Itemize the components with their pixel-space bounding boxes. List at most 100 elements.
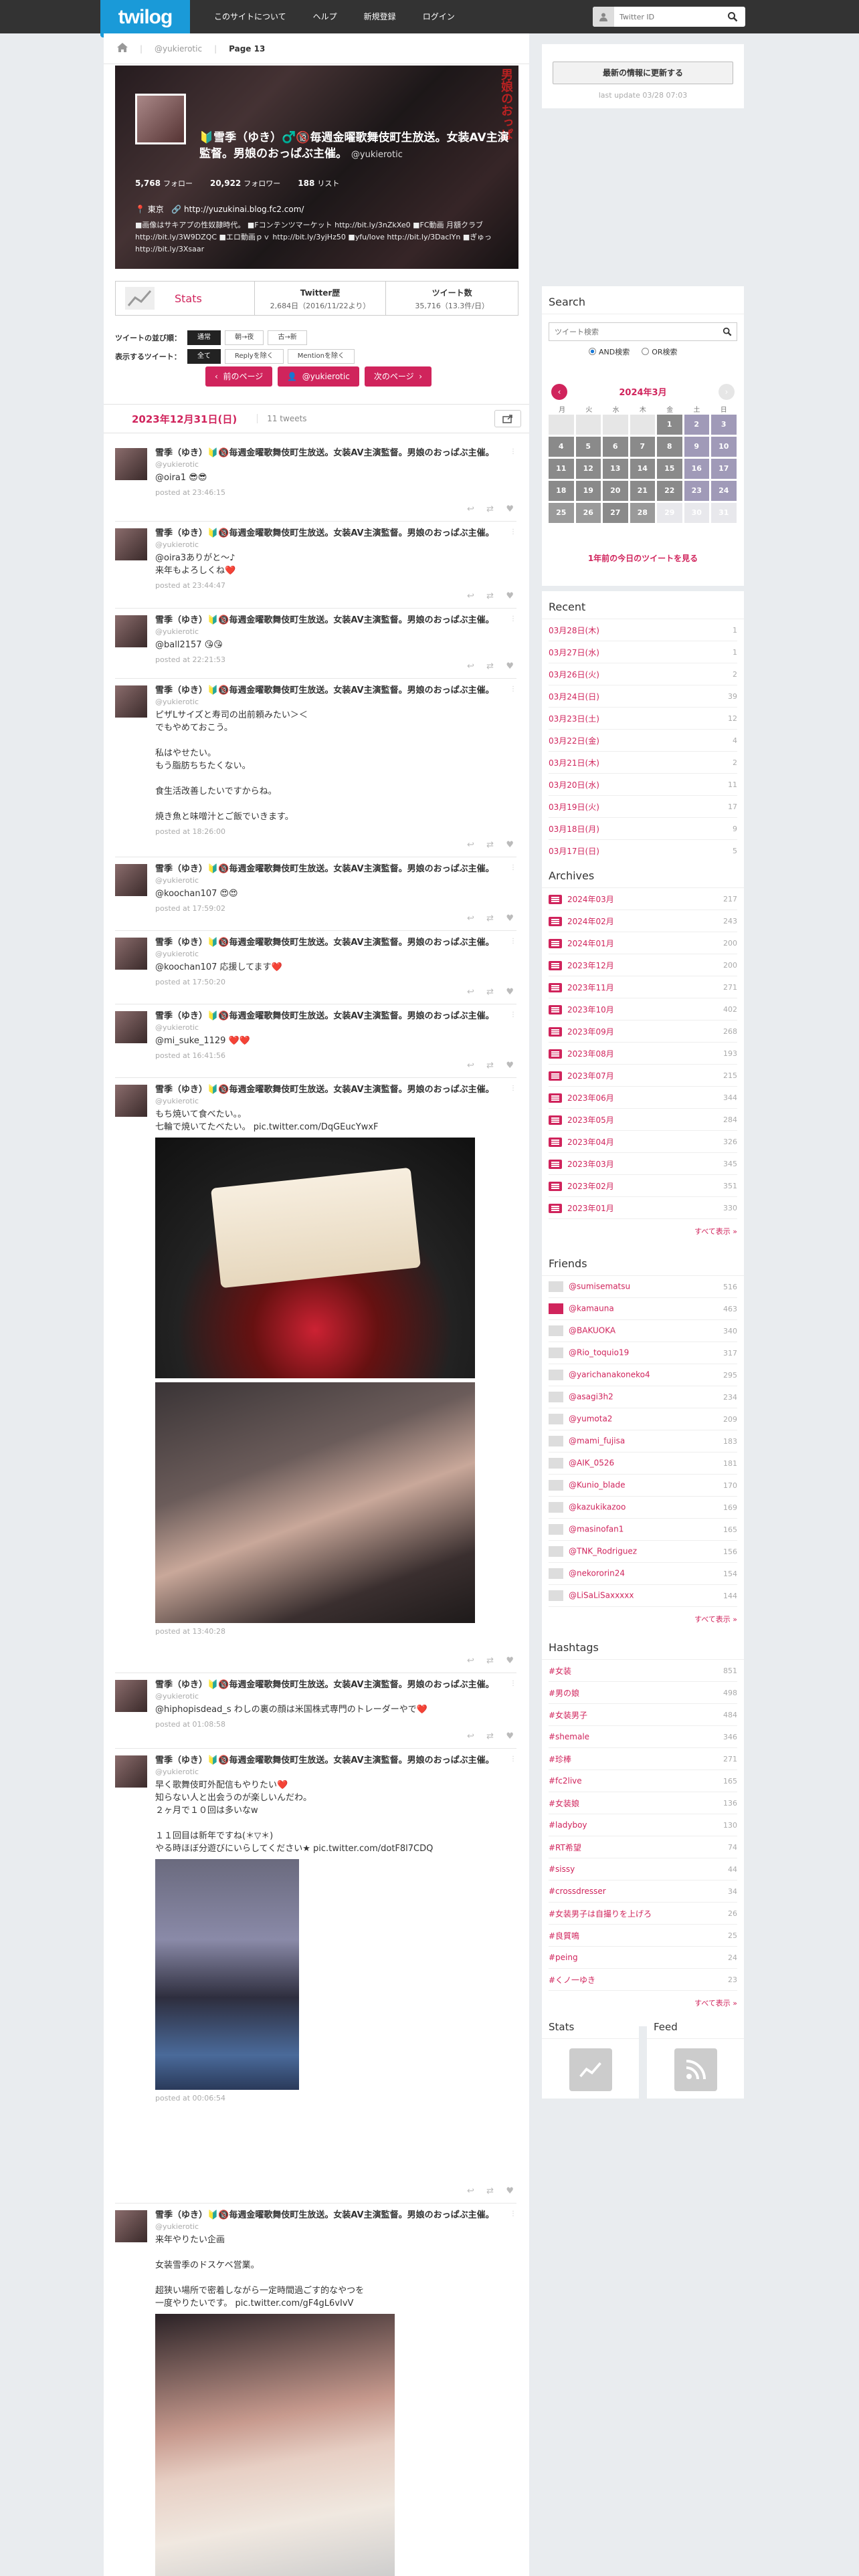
day-date[interactable]: 2023年12月31日(日) [132,412,237,426]
calendar-day[interactable]: 31 [711,503,737,523]
tweet-avatar[interactable] [115,938,147,970]
tweet-timestamp[interactable]: posted at 01:08:58 [155,1720,510,1729]
reply-icon[interactable]: ↩ [467,1731,474,1741]
friend-item-label[interactable]: @asagi3h2 [569,1392,613,1402]
archive-item-label[interactable]: 2023年12月 [567,961,614,970]
tweet-screen-name[interactable]: @yukierotic [155,1691,510,1702]
calendar-day[interactable]: 27 [603,503,628,523]
friend-item-label[interactable]: @nekororin24 [569,1569,625,1578]
like-icon[interactable]: ♥ [506,987,514,997]
archive-item[interactable]: 2023年09月 268 [549,1021,737,1043]
site-logo[interactable]: twilog [100,0,190,37]
calendar-day[interactable]: 7 [630,437,655,457]
retweet-icon[interactable]: ⇄ [486,1656,494,1666]
tweet-options-icon[interactable]: ⋮ [510,448,516,455]
calendar-day[interactable]: 21 [630,481,655,501]
recent-item-label[interactable]: 03月21日(木) [549,758,599,768]
friend-item[interactable]: @Rio_toquio19 317 [549,1342,737,1364]
tweet-author-name[interactable]: 雪季（ゆき）🔰🔞毎週金曜歌舞伎町生放送。女装AV主演監督。男娘のおっぱぶ主催。 [155,1010,510,1023]
exclude-mention-button[interactable]: Mentionを除く [287,349,355,364]
tweet-options-icon[interactable]: ⋮ [510,1011,516,1018]
stats-link[interactable]: Stats [116,282,255,315]
archive-item[interactable]: 2023年03月 345 [549,1153,737,1175]
recent-item-label[interactable]: 03月28日(木) [549,626,599,635]
recent-item[interactable]: 03月22日(金) 4 [549,730,737,752]
hashtag-item-label[interactable]: #良質鳴 [549,1931,579,1941]
friend-item[interactable]: @Kunio_blade 170 [549,1475,737,1497]
recent-item-label[interactable]: 03月24日(日) [549,692,599,702]
hashtag-item-label[interactable]: #女装 [549,1667,571,1676]
tweet-avatar[interactable] [115,1011,147,1043]
friend-item[interactable]: @yumota2 209 [549,1408,737,1430]
like-icon[interactable]: ♥ [506,840,514,850]
calendar-day[interactable]: 28 [630,503,655,523]
friend-item[interactable]: @BAKUOKA 340 [549,1320,737,1342]
follower-stat[interactable]: 20,922 フォロワー [210,178,280,189]
reply-icon[interactable]: ↩ [467,661,474,671]
tweet-avatar[interactable] [115,685,147,718]
tweet-author-name[interactable]: 雪季（ゆき）🔰🔞毎週金曜歌舞伎町生放送。女装AV主演監督。男娘のおっぱぶ主催。 [155,684,510,697]
friend-item-label[interactable]: @LiSaLiSaxxxxx [569,1591,634,1600]
tweet-screen-name[interactable]: @yukierotic [155,1096,510,1107]
archive-item-label[interactable]: 2023年07月 [567,1071,614,1081]
hashtag-item[interactable]: #crossdresser 34 [549,1881,737,1903]
follow-stat[interactable]: 5,768 フォロー [135,178,193,189]
friend-item[interactable]: @mami_fujisa 183 [549,1430,737,1453]
calendar-day[interactable]: 12 [575,459,601,479]
like-icon[interactable]: ♥ [506,504,514,514]
hashtag-item-label[interactable]: #男の娘 [549,1689,579,1698]
hashtag-item[interactable]: #fc2live 165 [549,1770,737,1792]
reply-icon[interactable]: ↩ [467,914,474,924]
tweet-options-icon[interactable]: ⋮ [510,864,516,871]
recent-item[interactable]: 03月21日(木) 2 [549,752,737,774]
nav-register[interactable]: 新規登録 [351,0,409,33]
archive-item-label[interactable]: 2023年10月 [567,1005,614,1014]
hashtag-item[interactable]: #男の娘 498 [549,1682,737,1704]
tweet-author-name[interactable]: 雪季（ゆき）🔰🔞毎週金曜歌舞伎町生放送。女装AV主演監督。男娘のおっぱぶ主催。 [155,527,510,540]
calendar-day[interactable]: 10 [711,437,737,457]
recent-item[interactable]: 03月28日(木) 1 [549,619,737,641]
friend-item[interactable]: @nekororin24 154 [549,1563,737,1585]
tweet-screen-name[interactable]: @yukierotic [155,540,510,550]
reply-icon[interactable]: ↩ [467,504,474,514]
tweet-screen-name[interactable]: @yukierotic [155,627,510,637]
and-radio[interactable]: AND検索 [589,346,630,357]
calendar-day[interactable]: 25 [549,503,574,523]
friend-item[interactable]: @TNK_Rodriguez 156 [549,1541,737,1563]
tweet-author-name[interactable]: 雪季（ゆき）🔰🔞毎週金曜歌舞伎町生放送。女装AV主演監督。男娘のおっぱぶ主催。 [155,936,510,949]
nav-login[interactable]: ログイン [409,0,468,33]
friend-item-label[interactable]: @yumota2 [569,1414,612,1424]
calendar-day[interactable]: 9 [684,437,709,457]
like-icon[interactable]: ♥ [506,2186,514,2196]
like-icon[interactable]: ♥ [506,591,514,601]
friend-item-label[interactable]: @kazukikazoo [569,1503,626,1512]
like-icon[interactable]: ♥ [506,914,514,924]
friend-item[interactable]: @yarichanakoneko4 295 [549,1364,737,1386]
twitter-id-input[interactable] [614,7,721,26]
hashtag-item[interactable]: #珍棒 271 [549,1748,737,1770]
calendar-day[interactable]: 23 [684,481,709,501]
friend-item-label[interactable]: @BAKUOKA [569,1326,615,1335]
calendar-day[interactable]: 6 [603,437,628,457]
archive-item-label[interactable]: 2023年11月 [567,983,614,992]
archives-more-link[interactable]: すべて表示 » [542,1219,744,1243]
friend-item-label[interactable]: @sumisematsu [569,1282,630,1291]
calendar-day[interactable]: 22 [657,481,682,501]
archive-item-label[interactable]: 2023年03月 [567,1160,614,1169]
tweet-avatar[interactable] [115,1085,147,1117]
recent-item[interactable]: 03月20日(水) 11 [549,774,737,796]
tweet-timestamp[interactable]: posted at 16:41:56 [155,1051,510,1060]
tweet-author-name[interactable]: 雪季（ゆき）🔰🔞毎週金曜歌舞伎町生放送。女装AV主演監督。男娘のおっぱぶ主催。 [155,863,510,875]
hashtags-more-link[interactable]: すべて表示 » [542,1991,744,2015]
hashtag-item[interactable]: #女装 851 [549,1660,737,1682]
tweet-options-icon[interactable]: ⋮ [510,1755,516,1763]
tweet-screen-name[interactable]: @yukierotic [155,875,510,886]
tweet-author-name[interactable]: 雪季（ゆき）🔰🔞毎週金曜歌舞伎町生放送。女装AV主演監督。男娘のおっぱぶ主催。 [155,1754,510,1767]
calendar-next-button[interactable]: › [719,384,735,400]
hashtag-item[interactable]: #女装男子は自撮りを上げろ 26 [549,1903,737,1925]
calendar-day[interactable]: 17 [711,459,737,479]
archive-item-label[interactable]: 2023年08月 [567,1049,614,1059]
hashtag-item[interactable]: #peing 24 [549,1947,737,1969]
tweet-options-icon[interactable]: ⋮ [510,1085,516,1092]
archive-item[interactable]: 2023年11月 271 [549,976,737,998]
